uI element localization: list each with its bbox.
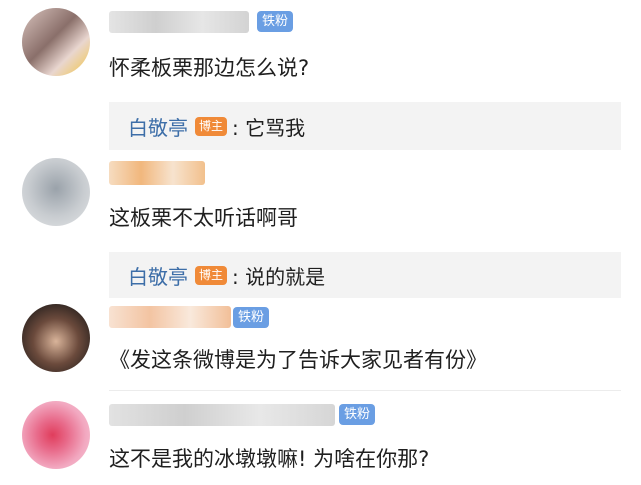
avatar[interactable] [22,401,90,469]
reply-text: : 它骂我 [232,115,306,140]
blogger-tag: 博主 [195,265,228,285]
divider [109,390,621,391]
blogger-tag: 博主 [195,116,228,136]
reply-text: : 说的就是 [232,264,326,289]
reply-box[interactable]: 白敬亭 博主 : 说的就是 [109,252,621,298]
comment-text: 这板栗不太听话啊哥 [109,206,298,230]
reply-author-name[interactable]: 白敬亭 [128,112,188,141]
comment-text: 这不是我的冰墩墩嘛! 为啥在你那? [109,447,430,471]
username-blurred[interactable] [109,306,231,328]
username-blurred[interactable] [109,404,335,426]
reply-author-name[interactable]: 白敬亭 [128,261,188,290]
fan-badge: 铁粉 [233,307,270,328]
comment-text: 怀柔板栗那边怎么说? [109,56,310,80]
username-blurred[interactable] [109,161,205,185]
fan-badge: 铁粉 [257,11,294,32]
fan-badge: 铁粉 [339,404,376,425]
comment-text: 《发这条微博是为了告诉大家见者有份》 [109,348,487,372]
avatar[interactable] [22,304,90,372]
username-blurred[interactable] [109,11,249,33]
reply-box[interactable]: 白敬亭 博主 : 它骂我 [109,102,621,150]
avatar[interactable] [22,158,90,226]
avatar[interactable] [22,8,90,76]
